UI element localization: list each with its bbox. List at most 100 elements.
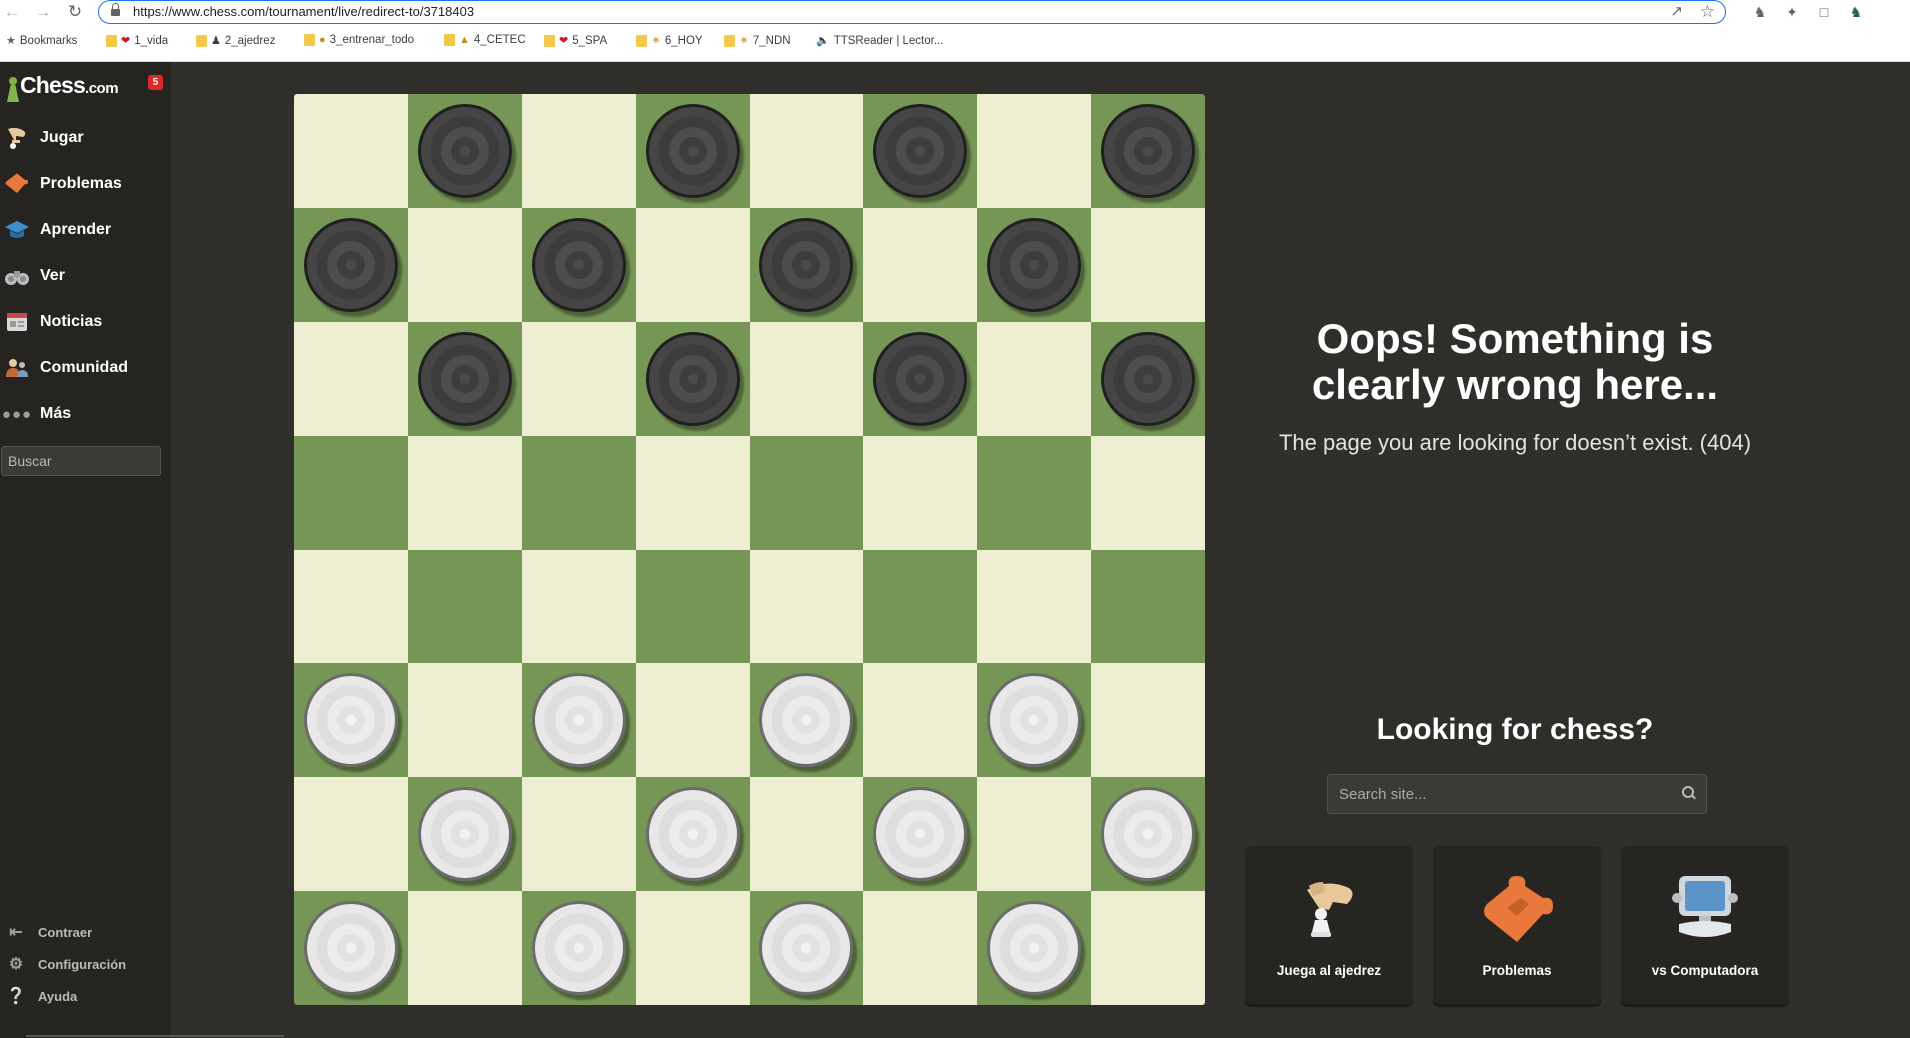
board-square[interactable] bbox=[407, 207, 522, 322]
card-play-chess[interactable]: Juega al ajedrez bbox=[1245, 846, 1413, 1004]
bookmarks-menu[interactable]: ★ Bookmarks bbox=[6, 34, 77, 48]
board-square[interactable] bbox=[1091, 891, 1205, 1005]
black-checker-piece[interactable] bbox=[531, 217, 626, 312]
white-checker-piece[interactable] bbox=[531, 901, 626, 996]
white-checker-piece[interactable] bbox=[759, 901, 854, 996]
forward-arrow-icon[interactable]: → bbox=[33, 2, 53, 22]
board-square[interactable] bbox=[977, 435, 1092, 550]
url-text[interactable]: https://www.chess.com/tournament/live/re… bbox=[133, 4, 474, 19]
lock-icon[interactable] bbox=[111, 3, 120, 17]
black-checker-piece[interactable] bbox=[645, 331, 740, 426]
board-square[interactable] bbox=[977, 321, 1092, 436]
white-checker-piece[interactable] bbox=[417, 787, 512, 882]
black-checker-piece[interactable] bbox=[759, 217, 854, 312]
sidebar-item-ver[interactable]: Ver bbox=[0, 256, 171, 296]
extension-knight-icon[interactable]: ♞ bbox=[1750, 2, 1770, 22]
board-square[interactable] bbox=[749, 663, 864, 778]
board-square[interactable] bbox=[635, 94, 750, 208]
sidebar-item-noticias[interactable]: Noticias bbox=[0, 302, 171, 342]
bookmark-3-entrenar-todo[interactable]: ● 3_entrenar_todo bbox=[304, 34, 414, 46]
black-checker-piece[interactable] bbox=[1101, 103, 1196, 198]
help-button[interactable]: ❔ Ayuda bbox=[6, 986, 77, 1006]
board-square[interactable] bbox=[863, 549, 978, 664]
board-square[interactable] bbox=[521, 207, 636, 322]
board-square[interactable] bbox=[407, 891, 522, 1005]
address-bar[interactable]: https://www.chess.com/tournament/live/re… bbox=[98, 0, 1726, 24]
board-square[interactable] bbox=[863, 777, 978, 892]
board-square[interactable] bbox=[1091, 207, 1205, 322]
board-square[interactable] bbox=[1091, 321, 1205, 436]
board-square[interactable] bbox=[749, 549, 864, 664]
black-checker-piece[interactable] bbox=[987, 217, 1082, 312]
bookmark-2-ajedrez[interactable]: ♟ 2_ajedrez bbox=[196, 34, 275, 47]
black-checker-piece[interactable] bbox=[417, 103, 512, 198]
board-square[interactable] bbox=[1091, 777, 1205, 892]
board-square[interactable] bbox=[977, 663, 1092, 778]
board-square[interactable] bbox=[635, 321, 750, 436]
board-square[interactable] bbox=[1091, 94, 1205, 208]
card-problemas[interactable]: Problemas bbox=[1433, 846, 1601, 1004]
board-square[interactable] bbox=[294, 207, 408, 322]
board-square[interactable] bbox=[407, 94, 522, 208]
bookmark-1-vida[interactable]: ❤ 1_vida bbox=[106, 34, 168, 47]
sidebar-item-jugar[interactable]: Jugar bbox=[0, 118, 171, 158]
bookmark-star-icon[interactable]: ☆ bbox=[1700, 3, 1715, 21]
board-square[interactable] bbox=[407, 663, 522, 778]
board-square[interactable] bbox=[1091, 663, 1205, 778]
board-square[interactable] bbox=[977, 891, 1092, 1005]
board-square[interactable] bbox=[749, 435, 864, 550]
settings-button[interactable]: ⚙ Configuración bbox=[6, 954, 126, 974]
board-square[interactable] bbox=[521, 777, 636, 892]
board-square[interactable] bbox=[635, 435, 750, 550]
board-square[interactable] bbox=[749, 891, 864, 1005]
black-checker-piece[interactable] bbox=[873, 103, 968, 198]
board-square[interactable] bbox=[294, 435, 408, 550]
board-square[interactable] bbox=[977, 549, 1092, 664]
black-checker-piece[interactable] bbox=[645, 103, 740, 198]
black-checker-piece[interactable] bbox=[417, 331, 512, 426]
side-panel-icon[interactable]: □ bbox=[1814, 2, 1834, 22]
board-square[interactable] bbox=[294, 321, 408, 436]
board-square[interactable] bbox=[863, 321, 978, 436]
sidebar-item-comunidad[interactable]: Comunidad bbox=[0, 348, 171, 388]
sidebar-item-aprender[interactable]: Aprender bbox=[0, 210, 171, 250]
board-square[interactable] bbox=[294, 891, 408, 1005]
collapse-button[interactable]: ⇤ Contraer bbox=[6, 922, 92, 942]
board-square[interactable] bbox=[977, 777, 1092, 892]
white-checker-piece[interactable] bbox=[987, 901, 1082, 996]
checkers-board[interactable] bbox=[294, 94, 1205, 1005]
board-square[interactable] bbox=[521, 549, 636, 664]
board-square[interactable] bbox=[407, 777, 522, 892]
bookmark-4-cetec[interactable]: ▲ 4_CETEC bbox=[444, 34, 526, 46]
black-checker-piece[interactable] bbox=[873, 331, 968, 426]
white-checker-piece[interactable] bbox=[759, 673, 854, 768]
extensions-puzzle-icon[interactable]: ✦ bbox=[1782, 2, 1802, 22]
board-square[interactable] bbox=[749, 321, 864, 436]
site-search-input[interactable]: Search site... bbox=[1327, 774, 1707, 814]
white-checker-piece[interactable] bbox=[873, 787, 968, 882]
board-square[interactable] bbox=[863, 435, 978, 550]
white-checker-piece[interactable] bbox=[1101, 787, 1196, 882]
board-square[interactable] bbox=[294, 94, 408, 208]
board-square[interactable] bbox=[1091, 435, 1205, 550]
board-square[interactable] bbox=[635, 663, 750, 778]
share-icon[interactable]: ↗ bbox=[1670, 3, 1683, 21]
board-square[interactable] bbox=[863, 663, 978, 778]
board-square[interactable] bbox=[749, 207, 864, 322]
sidebar-item-problemas[interactable]: Problemas bbox=[0, 164, 171, 204]
bookmark-7-ndn[interactable]: ☀ 7_NDN bbox=[724, 34, 791, 47]
board-square[interactable] bbox=[407, 549, 522, 664]
black-checker-piece[interactable] bbox=[303, 217, 398, 312]
board-square[interactable] bbox=[294, 777, 408, 892]
white-checker-piece[interactable] bbox=[531, 673, 626, 768]
white-checker-piece[interactable] bbox=[303, 901, 398, 996]
board-square[interactable] bbox=[635, 777, 750, 892]
board-square[interactable] bbox=[521, 321, 636, 436]
notification-badge[interactable]: 5 bbox=[148, 75, 163, 90]
board-square[interactable] bbox=[407, 435, 522, 550]
white-checker-piece[interactable] bbox=[645, 787, 740, 882]
board-square[interactable] bbox=[863, 891, 978, 1005]
white-checker-piece[interactable] bbox=[303, 673, 398, 768]
board-square[interactable] bbox=[635, 891, 750, 1005]
bookmark-ttsreader[interactable]: 🔈 TTSReader | Lector... bbox=[816, 34, 943, 48]
